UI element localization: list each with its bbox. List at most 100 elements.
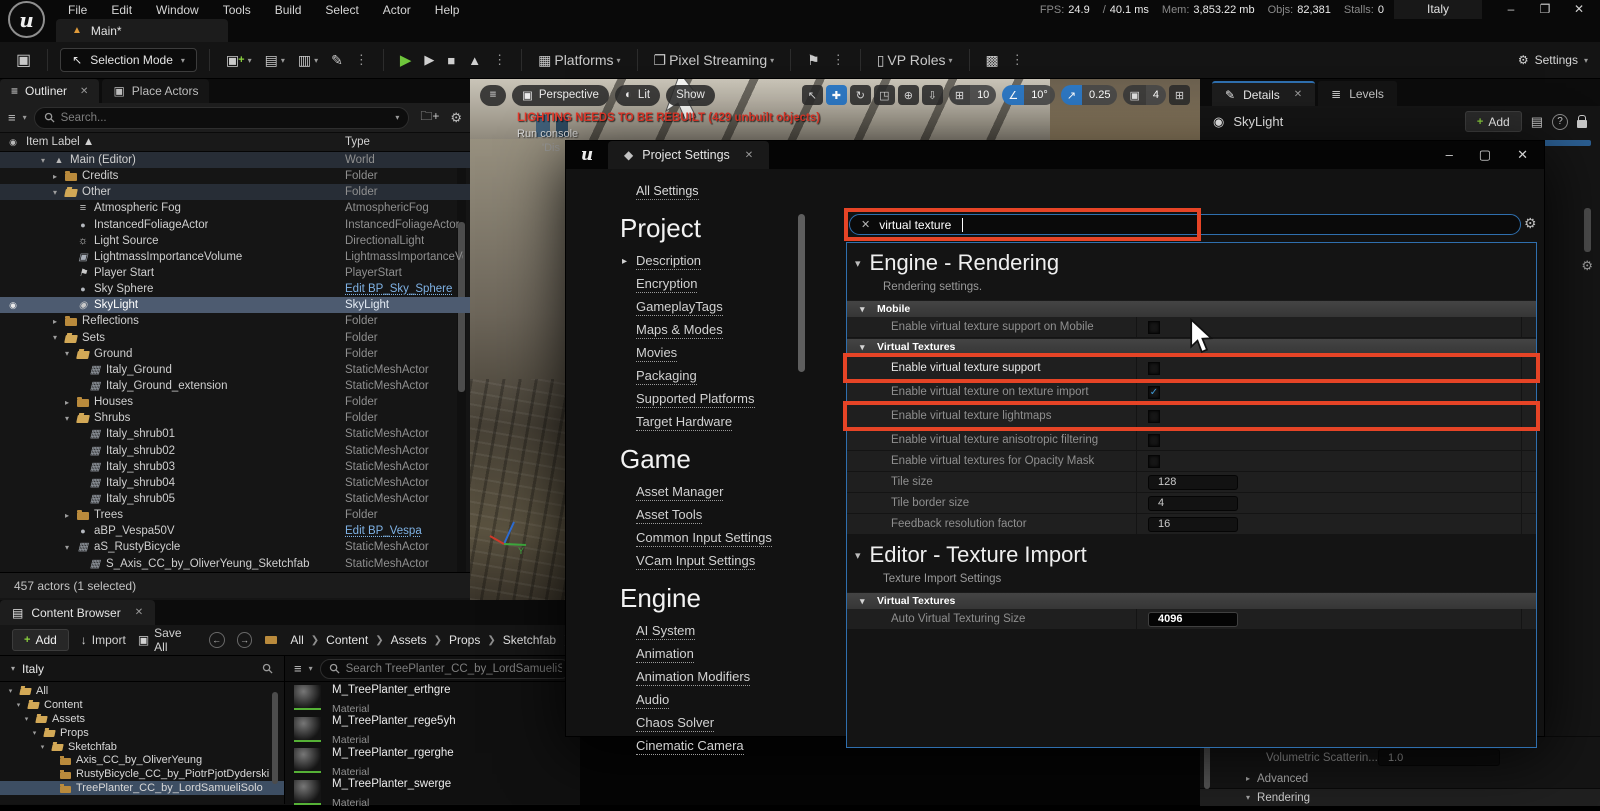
tab-place-actors[interactable]: ▣ Place Actors: [102, 79, 209, 103]
expand-arrow-icon[interactable]: [62, 543, 72, 552]
outliner-row[interactable]: SkyLight SkyLight: [0, 297, 470, 313]
import-button[interactable]: ↓Import: [81, 633, 126, 647]
virtual-camera-icon[interactable]: ▩: [982, 52, 1003, 69]
close-button[interactable]: ✕: [1564, 0, 1594, 19]
actor-type[interactable]: StaticMeshActor: [345, 477, 429, 489]
breadcrumb-item[interactable]: Props❯: [449, 633, 496, 647]
perspective-dropdown[interactable]: ▣Perspective: [512, 85, 609, 106]
gear-icon[interactable]: ⚙: [450, 110, 462, 126]
expand-arrow-icon[interactable]: [50, 172, 60, 181]
folder-tree-row[interactable]: Props: [0, 726, 284, 740]
folder-label[interactable]: Axis_CC_by_OliverYeung: [76, 754, 202, 766]
actor-label[interactable]: Italy_Ground_extension: [106, 380, 227, 392]
rendering-section[interactable]: ▾ Rendering: [1200, 788, 1600, 806]
visibility-eye-icon[interactable]: [0, 235, 26, 246]
folder-label[interactable]: TreePlanter_CC_by_LordSamueliSolo: [76, 782, 263, 794]
outliner-row[interactable]: Houses Folder: [0, 394, 470, 410]
outliner-row[interactable]: LightmassImportanceVolume LightmassImpor…: [0, 249, 470, 265]
blueprints-button[interactable]: ▤▾: [261, 52, 289, 69]
asset-name[interactable]: M_TreePlanter_swerge: [332, 778, 451, 790]
nav-item-link[interactable]: AI System: [636, 623, 695, 640]
actor-type[interactable]: StaticMeshActor: [345, 461, 429, 473]
breadcrumb-item[interactable]: All❯: [290, 633, 319, 647]
play-button[interactable]: ▶: [396, 51, 416, 69]
settings-search-input[interactable]: [879, 218, 963, 232]
outliner-row[interactable]: Main (Editor) World: [0, 152, 470, 168]
asset-name[interactable]: M_TreePlanter_rege5yh: [332, 715, 456, 727]
search-icon[interactable]: [262, 663, 273, 674]
outliner-row[interactable]: Italy_shrub01 StaticMeshActor: [0, 426, 470, 442]
actor-label[interactable]: Player Start: [94, 267, 154, 279]
minimize-button[interactable]: –: [1446, 147, 1453, 163]
actor-label[interactable]: Sets: [82, 332, 105, 344]
visibility-eye-icon[interactable]: [0, 332, 26, 343]
section-title[interactable]: Engine - Rendering: [855, 250, 1536, 276]
nav-item-link[interactable]: Description: [636, 253, 701, 270]
checkbox[interactable]: [1148, 455, 1160, 468]
gear-icon[interactable]: ⚙: [1524, 215, 1537, 232]
world-space-icon[interactable]: ⊕: [898, 85, 919, 105]
chevron-down-icon[interactable]: ▾: [309, 664, 313, 673]
actor-label[interactable]: S_Axis_CC_by_OliverYeung_Sketchfab: [106, 558, 310, 570]
nav-all-settings-link[interactable]: All Settings: [636, 184, 699, 200]
move-tool-icon[interactable]: ✚: [826, 85, 847, 105]
rotate-tool-icon[interactable]: ↻: [850, 85, 871, 105]
value-input[interactable]: 128: [1148, 475, 1238, 490]
visibility-eye-icon[interactable]: [0, 477, 26, 488]
actor-type[interactable]: Folder: [345, 315, 378, 327]
actor-type[interactable]: Edit BP_Sky_Sphere: [345, 283, 452, 295]
actor-type[interactable]: StaticMeshActor: [345, 428, 429, 440]
add-component-button[interactable]: + Add: [1465, 111, 1522, 132]
close-icon[interactable]: ✕: [745, 150, 753, 161]
folder-tree-row[interactable]: RustyBicycle_CC_by_PiotrPjotDyderski: [0, 767, 284, 781]
rotation-snap-control[interactable]: ∠10°: [1002, 85, 1055, 105]
actor-type[interactable]: AtmosphericFog: [345, 202, 429, 214]
outliner-row[interactable]: Light Source DirectionalLight: [0, 233, 470, 249]
nav-item-link[interactable]: GameplayTags: [636, 299, 723, 316]
material-thumbnail[interactable]: [294, 748, 321, 773]
forward-icon[interactable]: →: [237, 632, 253, 648]
close-icon[interactable]: ✕: [135, 607, 143, 618]
grid-snap-control[interactable]: ⊞10: [949, 85, 996, 105]
clear-search-icon[interactable]: ✕: [861, 218, 870, 231]
menu-item[interactable]: Actor: [371, 2, 423, 18]
breadcrumb-label[interactable]: All: [290, 633, 303, 647]
asset-name[interactable]: M_TreePlanter_erthgre: [332, 684, 450, 696]
expand-arrow-icon[interactable]: [50, 333, 60, 342]
expand-arrow-icon[interactable]: [30, 729, 39, 737]
chevron-down-icon[interactable]: ▾: [23, 113, 27, 122]
collaborators-icon[interactable]: ⚑: [803, 52, 824, 69]
minimize-button[interactable]: –: [1496, 0, 1526, 19]
vp-roles-dropdown[interactable]: ▯ VP Roles▾: [873, 52, 957, 69]
column-item-label[interactable]: Item Label ▲: [26, 136, 94, 148]
save-icon[interactable]: ▣: [12, 50, 35, 70]
folder-label[interactable]: All: [36, 685, 48, 697]
expand-arrow-icon[interactable]: [62, 511, 72, 520]
actor-type[interactable]: Folder: [345, 348, 378, 360]
visibility-eye-icon[interactable]: [0, 558, 26, 569]
project-settings-tab[interactable]: ◆ Project Settings ✕: [608, 141, 769, 169]
folder-label[interactable]: Sketchfab: [68, 741, 117, 753]
project-settings-titlebar[interactable]: u ◆ Project Settings ✕ – ▢ ✕: [566, 141, 1544, 169]
scrollbar-thumb[interactable]: [1584, 208, 1591, 252]
breadcrumb-item[interactable]: Assets❯: [391, 633, 442, 647]
actor-label[interactable]: SkyLight: [94, 299, 138, 311]
visibility-eye-icon[interactable]: [0, 542, 26, 553]
filter-icon[interactable]: ≡: [8, 110, 16, 125]
actor-label[interactable]: Sky Sphere: [94, 283, 153, 295]
folder-tree-row[interactable]: All: [0, 684, 284, 698]
actor-label[interactable]: Other: [82, 186, 111, 198]
viewport-menu-icon[interactable]: ≡: [480, 85, 506, 106]
outliner-row[interactable]: InstancedFoliageActor InstancedFoliageAc…: [0, 217, 470, 233]
visibility-eye-icon[interactable]: [0, 348, 26, 359]
expand-arrow-icon[interactable]: [38, 743, 47, 751]
value-input[interactable]: 4096: [1148, 612, 1238, 627]
select-tool-icon[interactable]: ↖: [802, 85, 823, 105]
actor-type[interactable]: Folder: [345, 186, 378, 198]
folder-tree-row[interactable]: Assets: [0, 712, 284, 726]
material-thumbnail[interactable]: [294, 780, 321, 805]
folder-tree-row[interactable]: Axis_CC_by_OliverYeung: [0, 753, 284, 767]
actor-type[interactable]: World: [345, 154, 375, 166]
visibility-eye-icon[interactable]: [0, 445, 26, 456]
editor-modes-button[interactable]: ✎: [327, 52, 347, 69]
